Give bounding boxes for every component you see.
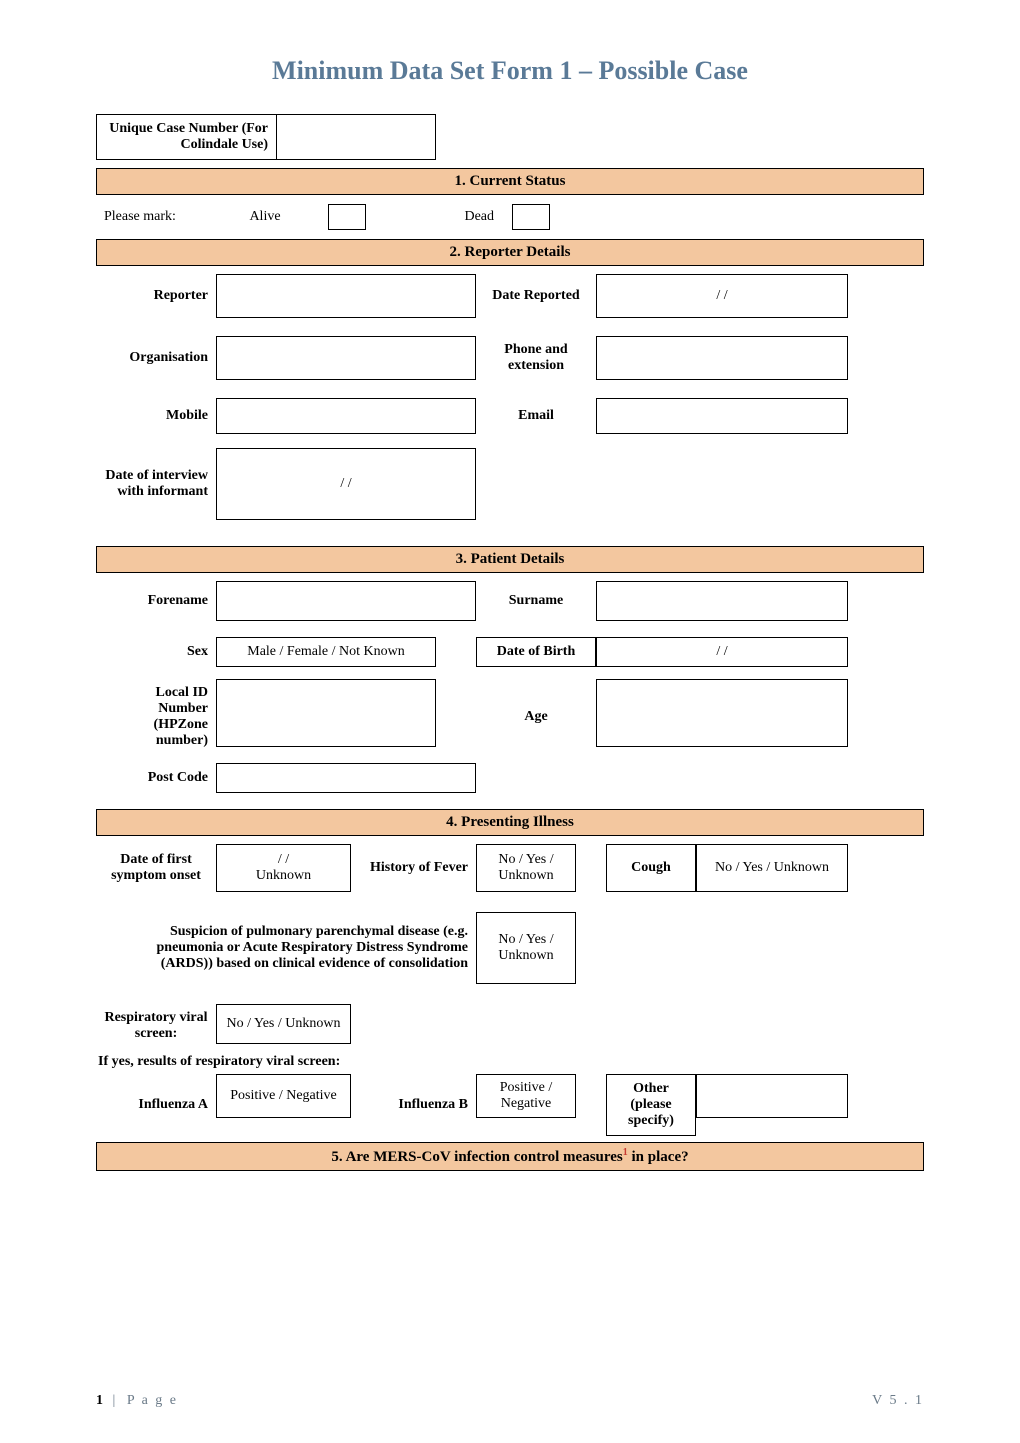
reporter-input[interactable] [216, 274, 476, 318]
resp-screen-input[interactable]: No / Yes / Unknown [216, 1004, 351, 1044]
cough-input[interactable]: No / Yes / Unknown [696, 844, 848, 892]
page: Minimum Data Set Form 1 – Possible Case … [0, 0, 1020, 1443]
reporter-label: Reporter [96, 274, 216, 318]
footer-page-num: 1 [96, 1393, 103, 1408]
fever-input[interactable]: No / Yes / Unknown [476, 844, 576, 892]
dob-label: Date of Birth [476, 637, 596, 667]
row-date-interview: Date of interview with informant / / [96, 448, 924, 520]
other-label: Other (please specify) [606, 1074, 696, 1136]
postcode-label: Post Code [96, 763, 216, 793]
mobile-label: Mobile [96, 398, 216, 434]
organisation-label: Organisation [96, 336, 216, 380]
footer-page-word: P a g e [127, 1393, 178, 1408]
phone-ext-input[interactable] [596, 336, 848, 380]
flu-a-label: Influenza A [96, 1074, 216, 1136]
date-interview-label: Date of interview with informant [96, 448, 216, 520]
case-number-label: Unique Case Number (For Colindale Use) [96, 114, 276, 160]
case-number-input[interactable] [276, 114, 436, 160]
section-2-header: 2. Reporter Details [96, 239, 924, 266]
row-organisation: Organisation Phone and extension [96, 336, 924, 380]
if-yes-note: If yes, results of respiratory viral scr… [96, 1050, 924, 1074]
row-localid-age: Local ID Number (HPZone number) Age [96, 679, 924, 755]
dob-input[interactable]: / / [596, 637, 848, 667]
alive-checkbox[interactable] [328, 204, 366, 230]
fever-label: History of Fever [351, 844, 476, 892]
section-5-suffix: in place? [628, 1149, 689, 1165]
row-suspicion: Suspicion of pulmonary parenchymal disea… [96, 912, 924, 984]
section-1-header: 1. Current Status [96, 168, 924, 195]
footer-left: 1 | P a g e [96, 1393, 178, 1409]
flu-a-input[interactable]: Positive / Negative [216, 1074, 351, 1118]
forename-label: Forename [96, 581, 216, 621]
row-mobile-email: Mobile Email [96, 398, 924, 434]
row-case-number: Unique Case Number (For Colindale Use) [96, 114, 924, 160]
local-id-label: Local ID Number (HPZone number) [96, 679, 216, 755]
date-reported-input[interactable]: / / [596, 274, 848, 318]
section-4-header: 4. Presenting Illness [96, 809, 924, 836]
phone-ext-label: Phone and extension [476, 336, 596, 380]
surname-input[interactable] [596, 581, 848, 621]
footer-version: V 5 . 1 [872, 1393, 924, 1409]
suspicion-input[interactable]: No / Yes / Unknown [476, 912, 576, 984]
resp-screen-label: Respiratory viral screen: [96, 1004, 216, 1048]
mobile-input[interactable] [216, 398, 476, 434]
age-label: Age [476, 679, 596, 755]
dead-label: Dead [366, 203, 502, 231]
row-postcode: Post Code [96, 763, 924, 793]
row-resp-screen: Respiratory viral screen: No / Yes / Unk… [96, 1004, 924, 1048]
surname-label: Surname [476, 581, 596, 621]
email-input[interactable] [596, 398, 848, 434]
suspicion-label: Suspicion of pulmonary parenchymal disea… [96, 912, 476, 984]
row-status: Please mark: Alive Dead [96, 203, 924, 231]
cough-label: Cough [606, 844, 696, 892]
email-label: Email [476, 398, 596, 434]
please-mark-label: Please mark: [96, 203, 202, 231]
section-3-header: 3. Patient Details [96, 546, 924, 573]
section-5-header: 5. Are MERS-CoV infection control measur… [96, 1142, 924, 1171]
page-footer: 1 | P a g e V 5 . 1 [96, 1393, 924, 1409]
onset-label: Date of first symptom onset [96, 844, 216, 892]
local-id-input[interactable] [216, 679, 436, 747]
dead-checkbox[interactable] [512, 204, 550, 230]
onset-input[interactable]: / / Unknown [216, 844, 351, 892]
section-5-prefix: 5. Are MERS-CoV infection control measur… [331, 1149, 622, 1165]
alive-label: Alive [202, 203, 328, 231]
row-flu-results: Influenza A Positive / Negative Influenz… [96, 1074, 924, 1136]
flu-b-input[interactable]: Positive / Negative [476, 1074, 576, 1118]
row-onset-fever-cough: Date of first symptom onset / / Unknown … [96, 844, 924, 892]
date-interview-input[interactable]: / / [216, 448, 476, 520]
organisation-input[interactable] [216, 336, 476, 380]
row-forename-surname: Forename Surname [96, 581, 924, 621]
sex-input[interactable]: Male / Female / Not Known [216, 637, 436, 667]
flu-b-label: Influenza B [351, 1074, 476, 1136]
other-input[interactable] [696, 1074, 848, 1118]
row-sex-dob: Sex Male / Female / Not Known Date of Bi… [96, 637, 924, 667]
forename-input[interactable] [216, 581, 476, 621]
postcode-input[interactable] [216, 763, 476, 793]
age-input[interactable] [596, 679, 848, 747]
date-reported-label: Date Reported [476, 274, 596, 318]
row-reporter: Reporter Date Reported / / [96, 274, 924, 318]
page-title: Minimum Data Set Form 1 – Possible Case [96, 56, 924, 86]
sex-label: Sex [96, 637, 216, 667]
